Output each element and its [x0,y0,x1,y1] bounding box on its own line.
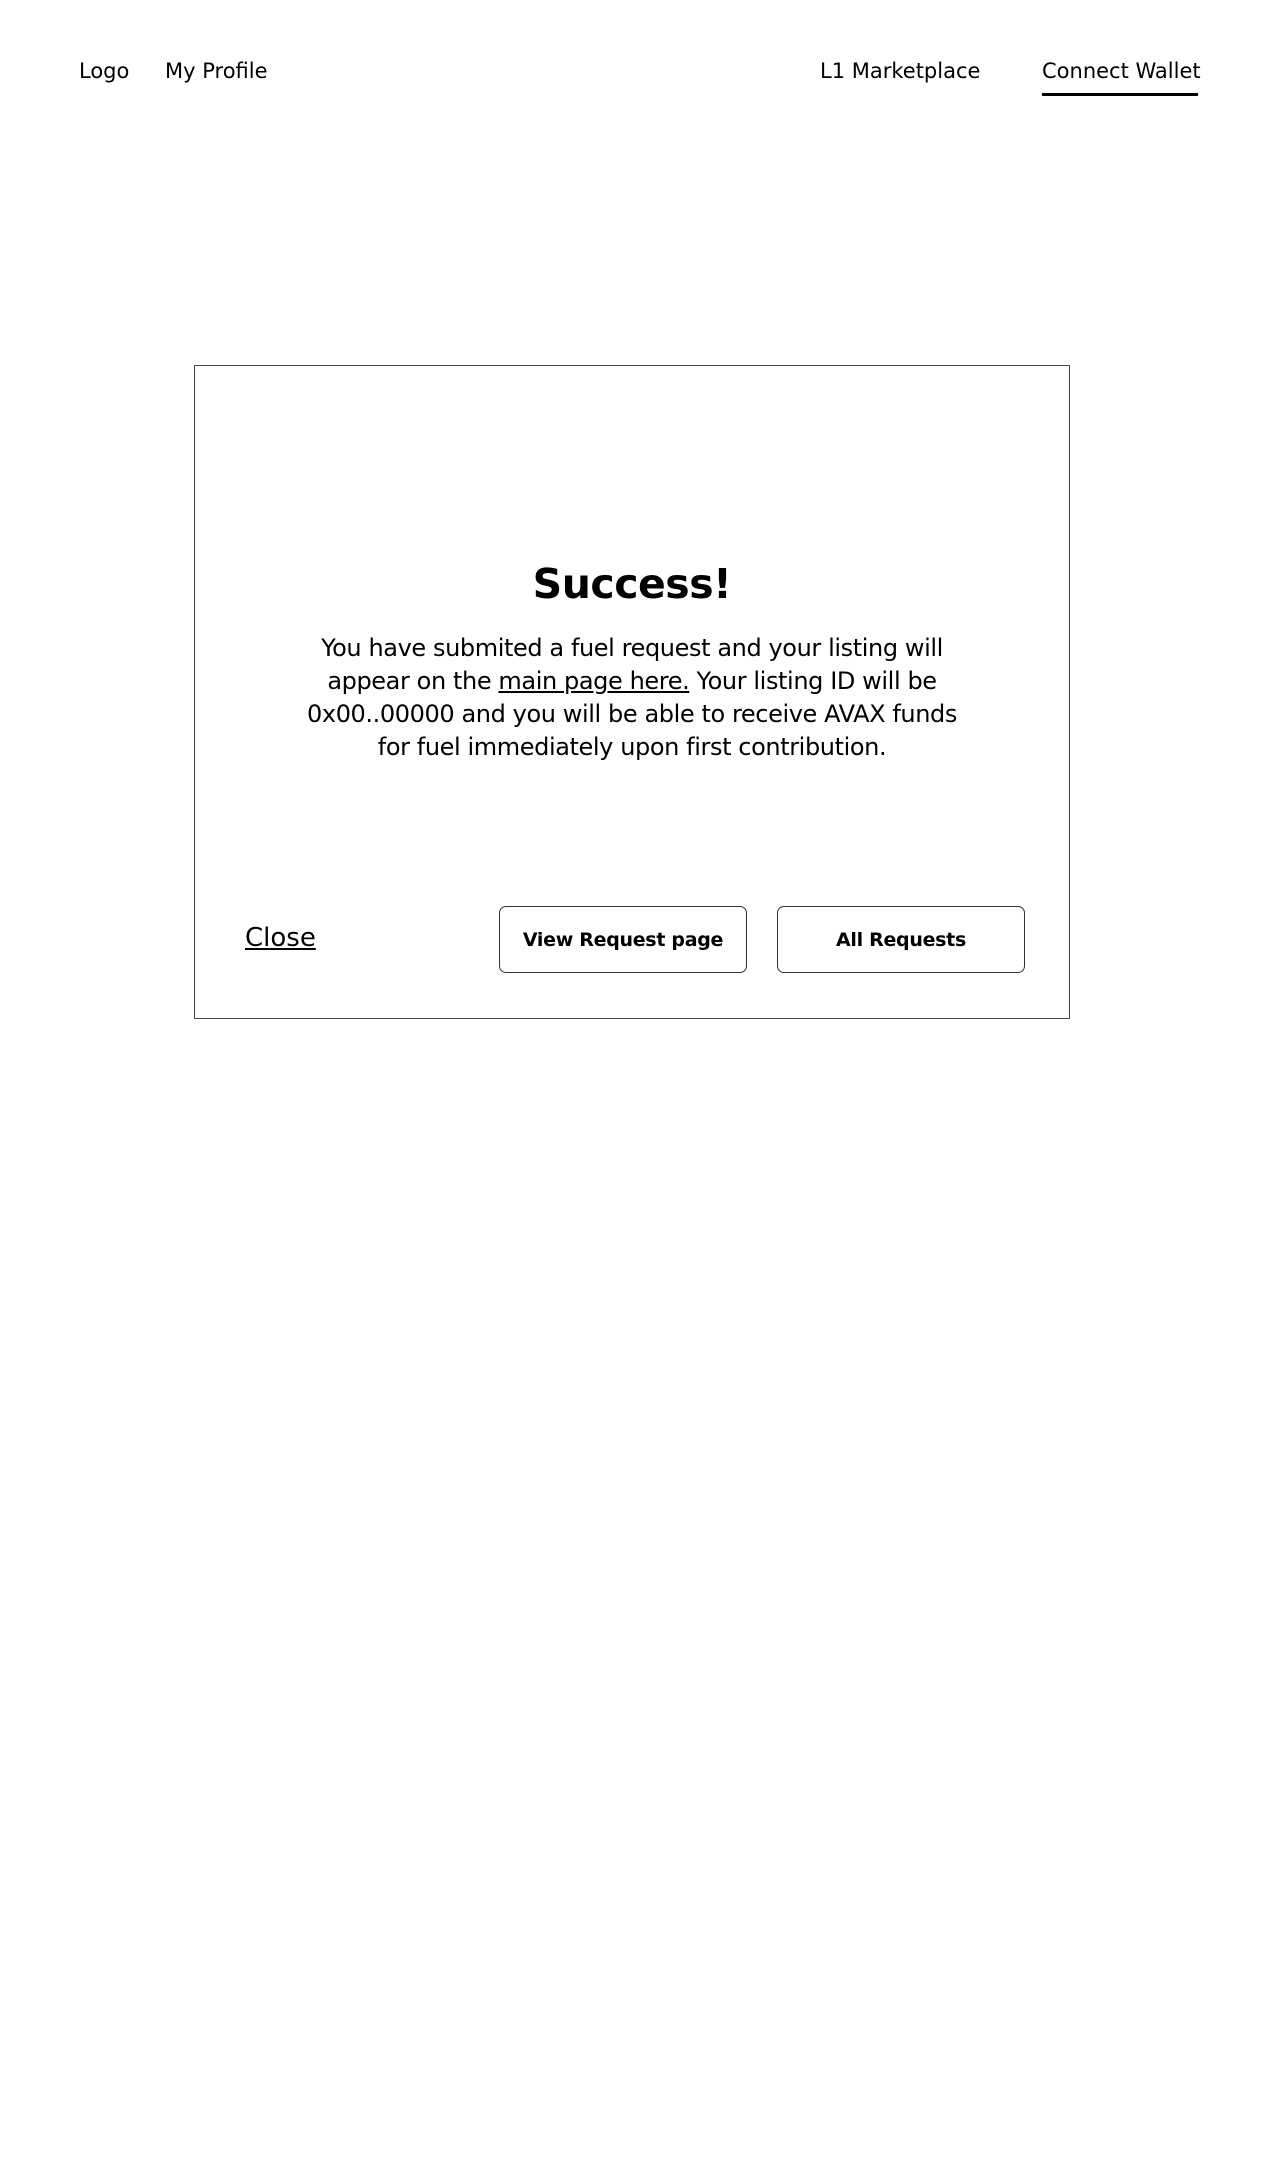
logo[interactable]: Logo [79,58,129,84]
view-request-page-button[interactable]: View Request page [499,906,747,973]
modal-message: You have submited a fuel request and you… [305,632,959,764]
success-modal: Success! You have submited a fuel reques… [194,365,1070,1019]
close-button[interactable]: Close [245,922,316,954]
all-requests-button[interactable]: All Requests [777,906,1025,973]
modal-title: Success! [532,560,732,608]
nav-l1-marketplace[interactable]: L1 Marketplace [820,58,980,84]
connect-wallet-button[interactable]: Connect Wallet [1042,58,1201,96]
main-page-link[interactable]: main page here. [498,667,689,695]
nav-my-profile[interactable]: My Profile [165,58,268,84]
